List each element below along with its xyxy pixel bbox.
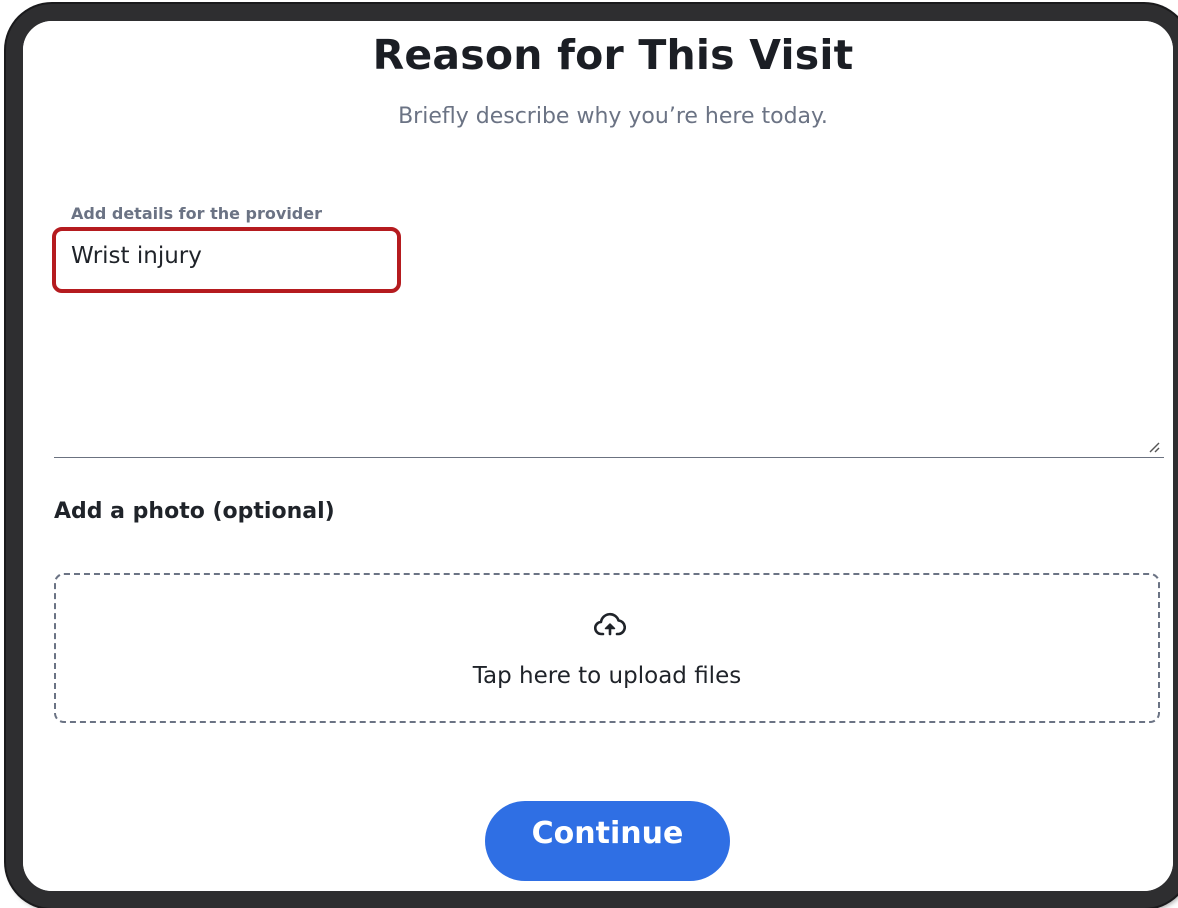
page-subtitle: Briefly describe why you’re here today. [398,104,828,129]
upload-prompt-text: Tap here to upload files [472,663,742,689]
add-photo-label: Add a photo (optional) [54,499,335,524]
cloud-upload-icon [594,612,626,636]
continue-button[interactable]: Continue [485,801,730,881]
device-frame: Reason for This Visit Briefly describe w… [6,4,1178,908]
form-screen: Reason for This Visit Briefly describe w… [23,21,1173,891]
page-title: Reason for This Visit [372,31,854,79]
upload-dropzone[interactable]: Tap here to upload files [54,573,1160,723]
highlight-annotation-box [52,227,401,293]
resize-handle-icon[interactable] [1146,439,1160,453]
details-field-label: Add details for the provider [71,204,322,223]
